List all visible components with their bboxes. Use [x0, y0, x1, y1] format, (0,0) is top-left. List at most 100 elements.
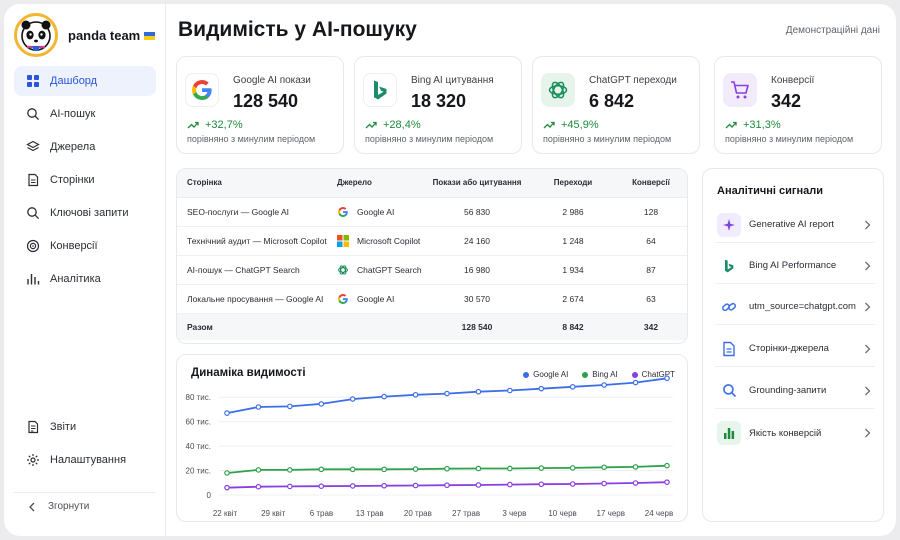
table-row[interactable]: AI-пошук — ChatGPT Search ChatGPT Search…: [177, 255, 687, 285]
chevron-right-icon: [865, 386, 871, 396]
page-title: Видимість у AI-пошуку: [178, 18, 417, 41]
chevron-right-icon: [865, 344, 871, 354]
y-tick-label: 60 тис.: [186, 418, 211, 427]
table-row[interactable]: SEO-послуги — Google AI Google AI 56 830…: [177, 197, 687, 227]
kpi-card-conversions[interactable]: Конверсії 342 +31,3% порівняно з минулим…: [714, 56, 882, 154]
brand-name: panda team: [68, 27, 141, 43]
data-point: [318, 483, 325, 490]
x-tick-label: 24 черв: [645, 509, 673, 518]
page-cell: Локальне просування — Google AI: [177, 284, 327, 314]
search-icon: [27, 108, 40, 121]
data-point: [287, 467, 293, 473]
kpi-note: порівняно з минулим періодом: [365, 134, 494, 144]
kpi-card-google[interactable]: Google AI покази 128 540 +32,7% порівнян…: [176, 56, 344, 154]
impressions-cell: 56 830: [423, 197, 531, 227]
total-label: Разом: [177, 313, 327, 340]
line-chart: 0 20 тис. 40 тис. 60 тис. 80 тис. 22 квіт 29 к…: [186, 375, 673, 518]
column-header[interactable]: Покази або цитування: [423, 169, 531, 198]
nav-item-label: Звіти: [50, 421, 77, 433]
x-tick-label: 6 трав: [310, 509, 333, 518]
y-tick-label: 0: [207, 491, 212, 500]
signal-label: Якість конверсій: [749, 427, 822, 439]
signal-item-source-pages[interactable]: Сторінки-джерела: [715, 331, 875, 367]
kpi-note: порівняно з минулим періодом: [187, 134, 316, 144]
trend-up-icon: [543, 121, 555, 129]
nav-item-analytics[interactable]: Аналітика: [14, 264, 156, 294]
collapse-sidebar-button[interactable]: Згорнути: [14, 492, 156, 518]
signal-item-grounding-queries[interactable]: Grounding-запити: [715, 373, 875, 409]
chevron-left-icon: [29, 502, 35, 511]
data-point: [287, 403, 293, 410]
table-header-row: Сторінка Джерело Покази або цитування Пе…: [177, 169, 687, 198]
column-header[interactable]: Сторінка: [177, 169, 327, 198]
secondary-nav: Звіти Налаштування: [14, 412, 156, 478]
x-tick-label: 29 квіт: [261, 509, 286, 518]
chatgpt-icon: [541, 73, 575, 107]
data-point: [381, 393, 387, 400]
x-tick-label: 27 трав: [452, 509, 480, 518]
app-window: panda team Дашборд AI-пошук Джерела Стор…: [4, 4, 896, 536]
page-cell: Технічний аудит — Microsoft Copilot: [177, 226, 327, 256]
conversions-cell: 64: [615, 226, 687, 256]
table-total-row: Разом 128 540 8 842 342: [177, 313, 687, 340]
page-icon: [28, 173, 39, 187]
bing-icon: [717, 254, 741, 278]
data-point: [255, 483, 262, 490]
signal-item-bing-ai-performance[interactable]: Bing AI Performance: [715, 248, 875, 284]
ukraine-flag-icon: [144, 32, 156, 41]
data-point: [412, 466, 419, 472]
data-point: [475, 465, 482, 472]
data-point: [349, 483, 356, 489]
clicks-cell: 2 986: [531, 197, 615, 227]
data-point: [255, 404, 262, 410]
clicks-cell: 1 248: [531, 226, 615, 256]
x-tick-label: 17 черв: [597, 509, 625, 518]
data-point: [381, 482, 387, 489]
data-point: [318, 401, 325, 407]
x-tick-label: 10 черв: [548, 509, 576, 518]
kpi-card-bing[interactable]: Bing AI цитування 18 320 +28,4% порівнян…: [354, 56, 522, 154]
data-point: [632, 480, 639, 486]
kpi-value: 18 320: [411, 91, 467, 111]
source-cell: Google AI: [357, 206, 395, 217]
nav-item-pages[interactable]: Сторінки: [14, 165, 156, 195]
data-point: [287, 483, 293, 490]
bar-chart-icon: [717, 421, 741, 445]
nav-item-settings[interactable]: Налаштування: [14, 445, 156, 475]
column-header[interactable]: Конверсії: [615, 169, 687, 198]
google-icon: [338, 206, 348, 217]
data-point: [632, 379, 639, 386]
brand[interactable]: panda team: [14, 12, 164, 58]
bing-icon: [363, 73, 397, 107]
nav-item-ai-search[interactable]: AI-пошук: [14, 99, 156, 129]
table-row[interactable]: Технічний аудит — Microsoft Copilot Micr…: [177, 226, 687, 256]
nav-item-conversions[interactable]: Конверсії: [14, 231, 156, 261]
data-point: [538, 465, 545, 471]
table-row[interactable]: Локальне просування — Google AI Google A…: [177, 284, 687, 314]
signal-label: Сторінки-джерела: [749, 343, 829, 354]
column-header[interactable]: Джерело: [327, 169, 423, 198]
nav-item-sources[interactable]: Джерела: [14, 132, 156, 162]
kpi-card-chatgpt[interactable]: ChatGPT переходи 6 842 +45,9% порівняно …: [532, 56, 700, 154]
data-point: [507, 387, 513, 394]
kpi-label: Google AI покази: [233, 75, 311, 86]
column-header[interactable]: Переходи: [531, 169, 615, 198]
kpi-note: порівняно з минулим періодом: [725, 134, 854, 144]
nav-item-label: Конверсії: [50, 240, 98, 252]
nav-item-keywords[interactable]: Ключові запити: [14, 198, 156, 228]
x-tick-label: 13 трав: [356, 509, 384, 518]
signal-item-generative-ai-report[interactable]: Generative AI report: [715, 207, 875, 243]
data-point: [412, 482, 419, 489]
data-point: [224, 484, 230, 491]
x-tick-label: 3 черв: [502, 509, 526, 518]
signal-item-conversion-quality[interactable]: Якість конверсій: [715, 415, 875, 451]
target-icon: [26, 239, 40, 253]
data-point: [569, 465, 576, 471]
nav-item-reports[interactable]: Звіти: [14, 412, 156, 442]
signal-item-utm-chatgpt[interactable]: utm_source=chatgpt.com: [715, 289, 875, 325]
main-nav: Дашборд AI-пошук Джерела Сторінки Ключов…: [14, 66, 156, 297]
nav-item-label: Джерела: [50, 141, 96, 153]
chevron-right-icon: [865, 302, 871, 312]
clicks-cell: 1 934: [531, 255, 615, 285]
nav-item-dashboard[interactable]: Дашборд: [14, 66, 156, 96]
